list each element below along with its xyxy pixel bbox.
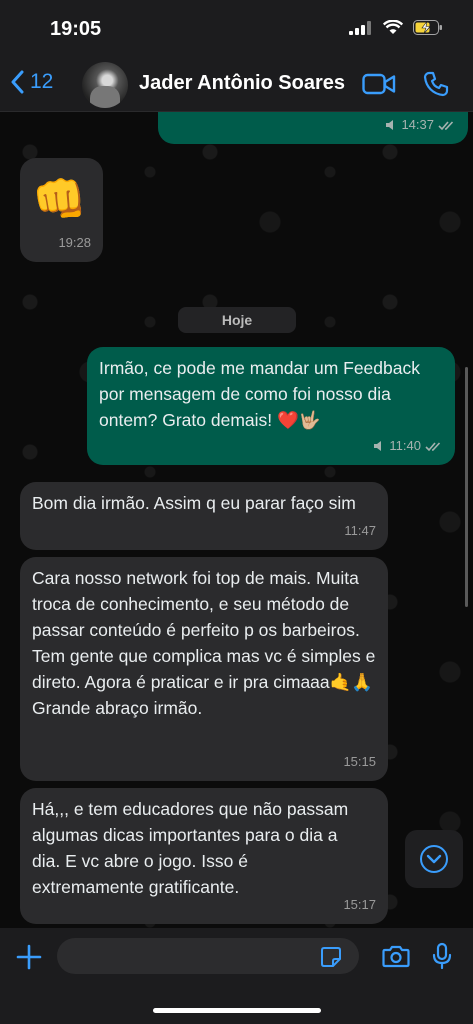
sticker-icon[interactable] <box>320 946 342 968</box>
message-text: Há,,, e tem educadores que não passam al… <box>32 799 349 897</box>
message-input[interactable] <box>57 938 359 974</box>
input-bar <box>0 928 473 1024</box>
microphone-icon[interactable] <box>432 942 452 970</box>
scroll-to-bottom-button[interactable] <box>405 830 463 888</box>
video-camera-icon[interactable] <box>362 72 396 96</box>
contact-name[interactable]: Jader Antônio Soares <box>139 72 345 95</box>
message-meta: 15:17 <box>343 892 376 918</box>
chevron-left-icon <box>11 70 24 94</box>
double-check-icon <box>438 120 454 130</box>
chevron-down-circle-icon <box>420 845 448 873</box>
double-check-icon <box>425 441 441 451</box>
unread-count: 12 <box>30 70 54 93</box>
speaker-icon <box>374 441 382 451</box>
message-bubble-incoming[interactable]: 👊 19:28 <box>20 158 103 262</box>
day-separator: Hoje <box>178 307 296 333</box>
status-icons <box>349 20 443 35</box>
phone-icon[interactable] <box>422 70 450 98</box>
message-time: 19:28 <box>58 235 91 250</box>
message-meta: 14:37 <box>385 112 456 138</box>
message-time: 11:40 <box>389 438 421 453</box>
message-time: 15:17 <box>343 897 376 912</box>
message-text: Bom dia irmão. Assim q eu parar faço sim <box>32 493 356 513</box>
message-text: Irmão, ce pode me mandar um Feedback por… <box>99 358 420 430</box>
message-bubble-incoming[interactable]: Bom dia irmão. Assim q eu parar faço sim… <box>20 482 388 550</box>
oncoming-fist-emoji: 👊 <box>32 174 87 225</box>
status-bar: 19:05 <box>0 0 473 58</box>
message-bubble-outgoing[interactable]: Irmão, ce pode me mandar um Feedback por… <box>87 347 455 465</box>
message-time: 11:47 <box>344 523 376 538</box>
scrollbar[interactable] <box>465 367 468 607</box>
message-text: Cara nosso network foi top de mais. Muit… <box>32 568 376 692</box>
message-meta: 11:47 <box>344 518 376 544</box>
chat-header: 12 Jader Antônio Soares <box>0 58 473 112</box>
camera-icon[interactable] <box>382 944 410 968</box>
message-time: 14:37 <box>401 117 434 132</box>
message-time: 15:15 <box>343 754 376 769</box>
message-meta: 15:15 <box>343 749 376 775</box>
message-bubble-incoming[interactable]: Cara nosso network foi top de mais. Muit… <box>20 557 388 781</box>
speaker-icon <box>386 120 394 130</box>
plus-icon[interactable] <box>16 944 42 970</box>
avatar[interactable] <box>82 62 128 108</box>
wifi-icon <box>383 20 403 34</box>
message-meta: 19:28 <box>58 230 91 256</box>
back-button[interactable]: 12 <box>10 70 53 94</box>
message-meta: 11:40 <box>373 433 443 459</box>
message-text-line: Grande abraço irmão. <box>32 698 203 718</box>
status-time: 19:05 <box>50 18 102 40</box>
cellular-signal-icon <box>349 20 371 35</box>
message-bubble-incoming[interactable]: Há,,, e tem educadores que não passam al… <box>20 788 388 924</box>
message-bubble-outgoing[interactable]: 14:37 <box>158 112 468 144</box>
home-indicator[interactable] <box>153 1008 321 1013</box>
chat-area[interactable]: 14:37 👊 19:28 Hoje Irmão, ce pode me man… <box>0 112 473 928</box>
battery-charging-icon <box>413 20 442 35</box>
